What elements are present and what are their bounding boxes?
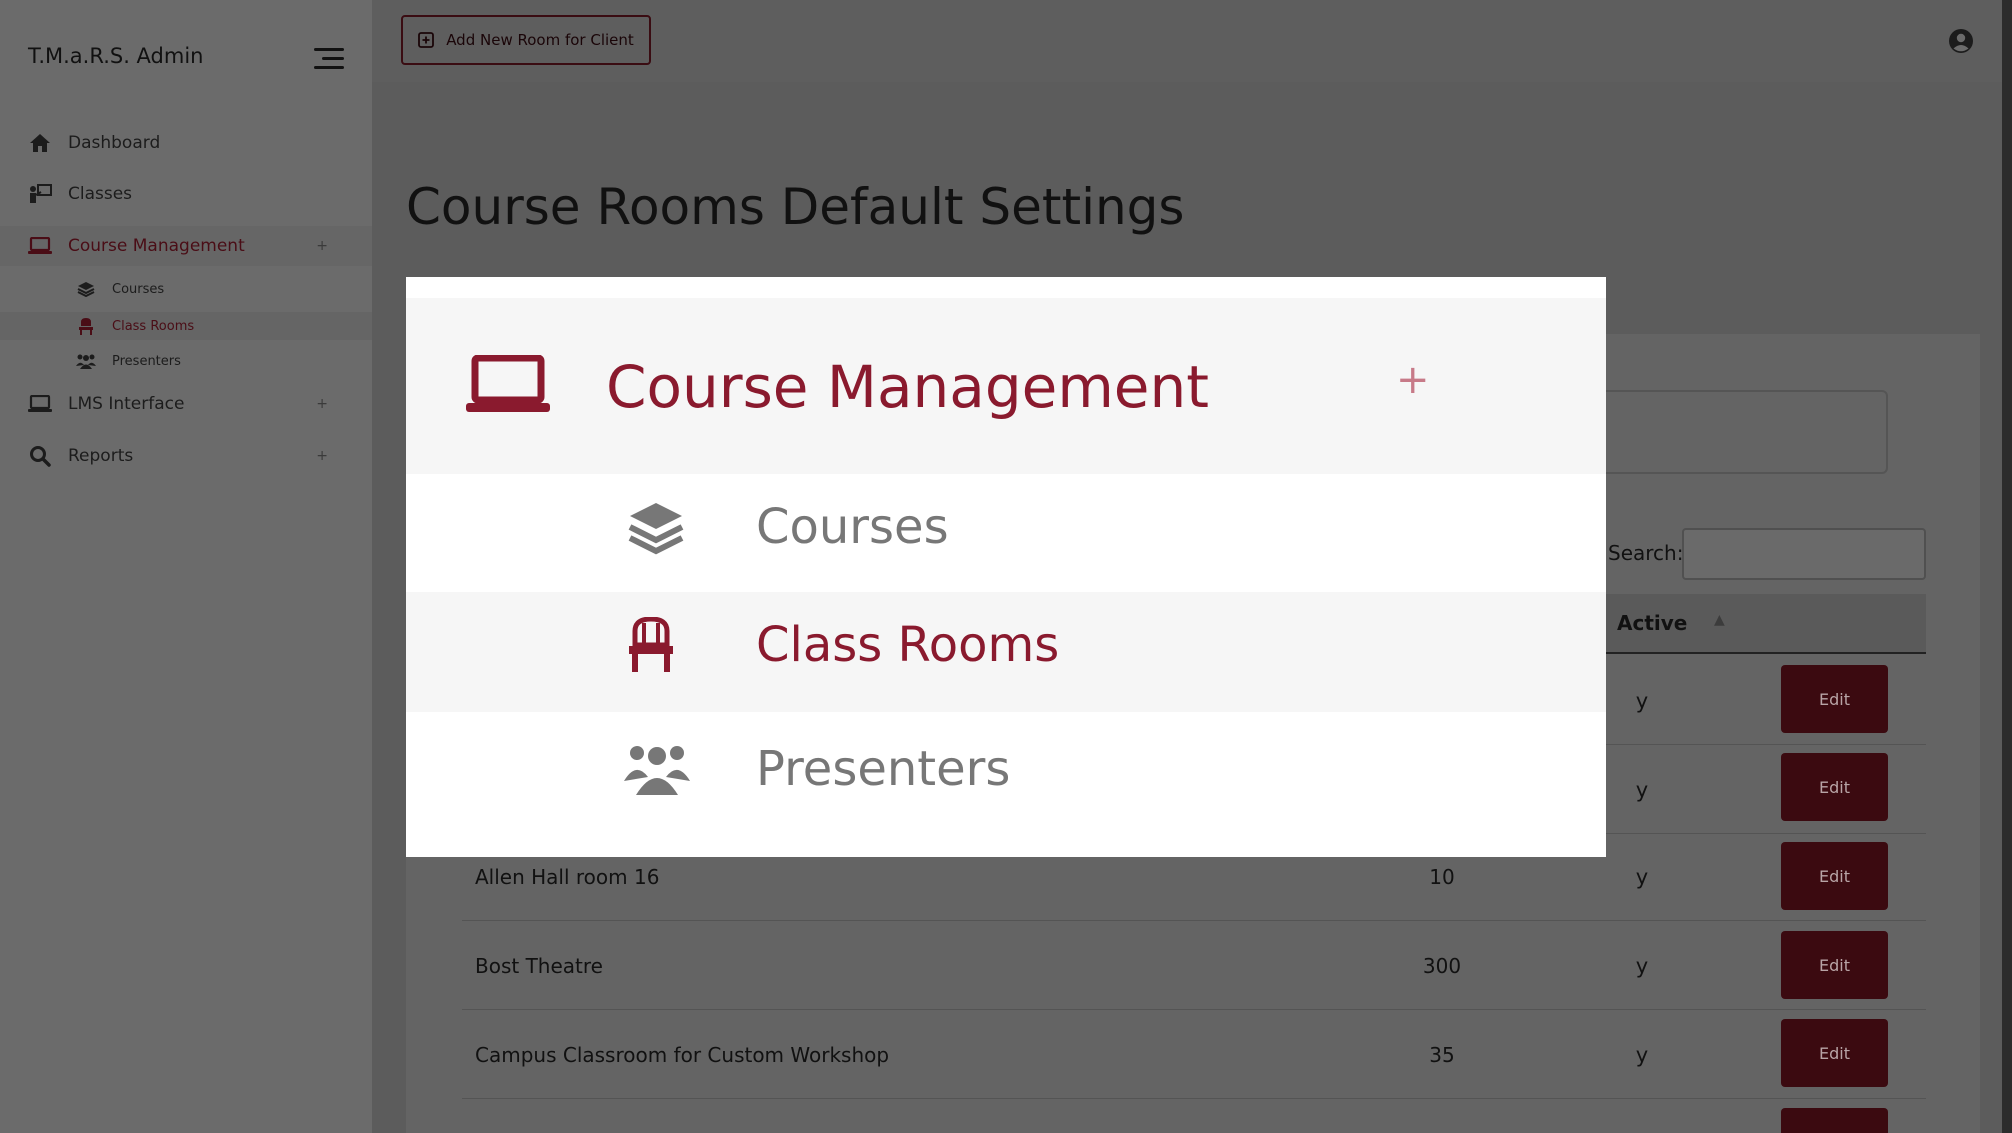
expand-plus-icon[interactable]: + — [316, 396, 328, 412]
chair-icon — [628, 616, 674, 677]
zoom-presenters-label[interactable]: Presenters — [756, 741, 1010, 797]
layers-icon — [628, 501, 684, 559]
room-active: y — [1635, 1042, 1649, 1067]
sidebar-subitem-label: Class Rooms — [112, 318, 195, 334]
scrollbar[interactable] — [2002, 0, 2012, 1133]
brand-title: T.M.a.R.S. Admin — [28, 44, 204, 68]
sidebar-subitem-label: Presenters — [112, 353, 181, 369]
home-icon — [28, 132, 52, 154]
room-capacity: 300 — [1422, 953, 1462, 978]
zoom-course-management-label[interactable]: Course Management — [606, 353, 1209, 421]
teacher-board-icon — [28, 183, 52, 205]
edit-button-partial[interactable] — [1781, 1108, 1888, 1133]
sidebar-item-course-management[interactable]: Course Management + — [28, 226, 328, 266]
search-label: Search: — [1608, 541, 1684, 565]
add-new-room-label: Add New Room for Client — [446, 31, 634, 49]
sidebar-subitem-courses[interactable]: Courses — [76, 275, 164, 303]
table-row: Bost Theatre 300 y — [462, 921, 1926, 1010]
sidebar-item-label: Classes — [68, 184, 133, 204]
expand-plus-icon[interactable]: + — [316, 238, 328, 254]
table-row: Campus Classroom for Custom Workshop 35 … — [462, 1010, 1926, 1099]
edit-button[interactable]: Edit — [1781, 753, 1888, 821]
sidebar-item-lms-interface[interactable]: LMS Interface + — [28, 384, 328, 424]
add-new-room-button[interactable]: Add New Room for Client — [401, 15, 651, 65]
sidebar-subitem-class-rooms[interactable]: Class Rooms — [76, 312, 194, 340]
sidebar-item-classes[interactable]: Classes — [28, 174, 328, 214]
room-active: y — [1635, 777, 1649, 802]
sidebar-subitem-presenters[interactable]: Presenters — [76, 347, 181, 375]
plus-square-icon — [418, 32, 435, 48]
users-icon — [76, 353, 96, 369]
sidebar-subitem-label: Courses — [112, 281, 165, 297]
edit-button[interactable]: Edit — [1781, 1019, 1888, 1087]
sidebar-item-label: LMS Interface — [68, 394, 185, 414]
edit-button[interactable]: Edit — [1781, 665, 1888, 733]
edit-button[interactable]: Edit — [1781, 842, 1888, 910]
sidebar-item-label: Course Management — [68, 236, 245, 256]
user-avatar-icon[interactable] — [1948, 28, 1974, 54]
room-active: y — [1635, 688, 1649, 713]
sidebar: T.M.a.R.S. Admin Dashboard Classes Cours… — [0, 0, 372, 1133]
laptop-icon — [28, 393, 52, 415]
search-icon — [28, 445, 52, 467]
page-title: Course Rooms Default Settings — [406, 178, 1185, 236]
edit-button[interactable]: Edit — [1781, 931, 1888, 999]
laptop-icon — [466, 354, 550, 421]
laptop-icon — [28, 235, 52, 257]
room-name: Bost Theatre — [475, 953, 603, 978]
chair-icon — [76, 317, 96, 335]
room-name: Campus Classroom for Custom Workshop — [475, 1042, 890, 1067]
users-icon — [624, 741, 690, 799]
expand-plus-icon[interactable]: + — [316, 448, 328, 464]
layers-icon — [76, 281, 96, 297]
sidebar-item-label: Reports — [68, 446, 134, 466]
sort-icon[interactable]: ▲︎ — [1714, 612, 1725, 628]
sidebar-item-dashboard[interactable]: Dashboard — [28, 123, 328, 163]
zoom-courses-label[interactable]: Courses — [756, 499, 949, 555]
column-header-active[interactable]: Active — [1617, 611, 1687, 635]
room-active: y — [1635, 864, 1649, 889]
expand-plus-icon[interactable]: + — [1396, 357, 1430, 403]
search-input[interactable] — [1682, 528, 1926, 580]
menu-toggle-icon[interactable] — [314, 48, 344, 70]
sidebar-item-label: Dashboard — [68, 133, 161, 153]
room-capacity: 35 — [1429, 1042, 1455, 1067]
room-active: y — [1635, 953, 1649, 978]
sidebar-item-reports[interactable]: Reports + — [28, 436, 328, 476]
zoom-class-rooms-label[interactable]: Class Rooms — [756, 617, 1059, 673]
zoom-callout: Course Management + Courses Class Rooms … — [406, 277, 1606, 857]
